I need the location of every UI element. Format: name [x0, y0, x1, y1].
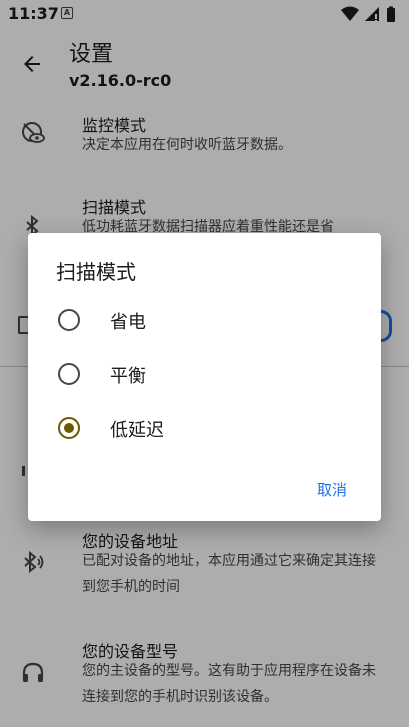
option-low-latency[interactable]: 低延迟 [28, 402, 381, 456]
option-balanced[interactable]: 平衡 [28, 348, 381, 402]
option-label: 低延迟 [110, 420, 164, 441]
cancel-button[interactable]: 取消 [300, 473, 364, 507]
radio-dot [64, 423, 74, 433]
option-label: 平衡 [110, 366, 146, 387]
radio-button[interactable] [58, 363, 80, 385]
option-power-saving[interactable]: 省电 [28, 294, 381, 348]
dialog-title: 扫描模式 [56, 260, 136, 284]
radio-button[interactable] [58, 309, 80, 331]
scan-mode-dialog: 扫描模式 省电 平衡 低延迟 取消 [28, 233, 381, 521]
option-label: 省电 [110, 312, 146, 333]
radio-button-checked[interactable] [58, 417, 80, 439]
